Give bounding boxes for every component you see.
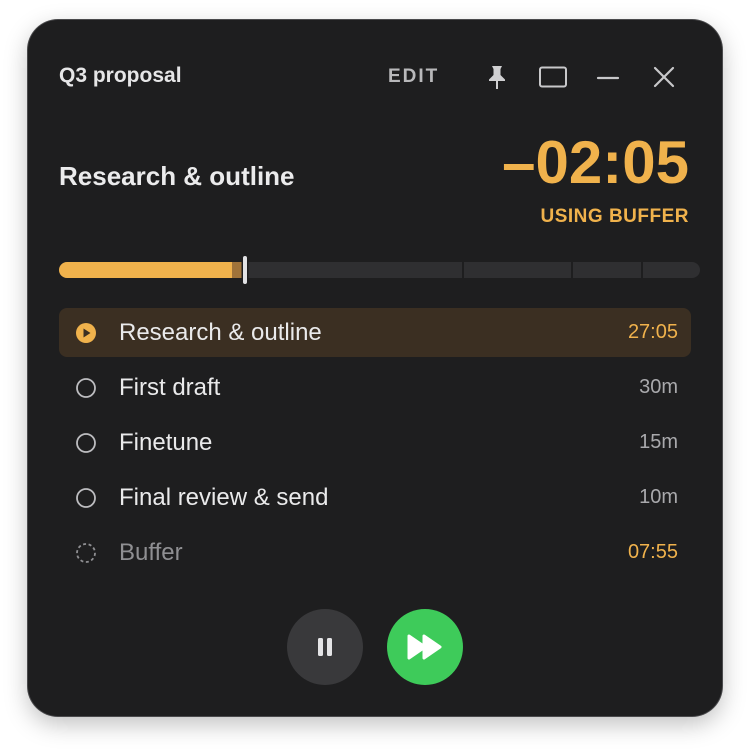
progress-segment-divider [641,262,644,278]
task-row[interactable]: First draft 30m [59,363,691,412]
empty-circle-icon [75,487,97,509]
task-name: First draft [119,374,221,401]
task-name: Final review & send [119,484,329,511]
empty-circle-icon [75,377,97,399]
close-icon[interactable] [647,60,681,94]
task-duration: 27:05 [627,321,678,343]
progress-bar [59,262,700,278]
minimize-icon[interactable] [591,60,625,94]
empty-circle-icon [75,432,97,454]
window-title: Q3 proposal [59,64,182,87]
fast-forward-icon [407,634,442,660]
skip-button[interactable] [387,609,463,685]
task-duration: 30m [639,376,678,398]
task-row[interactable]: Finetune 15m [59,418,691,467]
task-row[interactable]: Final review & send 10m [59,473,691,522]
pause-icon [318,638,332,656]
buffer-status-label: USING BUFFER [540,206,689,227]
task-duration: 10m [639,486,678,508]
task-list: Research & outline 27:05 First draft 30m Fin… [59,308,691,583]
dashed-circle-icon [75,542,97,564]
timer-window: Q3 proposal EDIT Research & outline –02:… [28,20,722,716]
task-duration: 15m [639,431,678,453]
maximize-icon[interactable] [536,60,570,94]
countdown-time: –02:05 [502,129,689,196]
task-name: Buffer [119,539,183,566]
play-circle-icon [75,322,97,344]
edit-button[interactable]: EDIT [388,66,439,88]
task-row[interactable]: Buffer 07:55 [59,528,691,577]
task-name: Finetune [119,429,213,456]
progress-fill [59,262,233,278]
progress-scrubber[interactable] [242,256,247,284]
current-task-title: Research & outline [59,161,295,191]
pause-button[interactable] [287,609,363,685]
task-row[interactable]: Research & outline 27:05 [59,308,691,357]
pin-icon[interactable] [480,60,514,94]
task-name: Research & outline [119,319,322,346]
task-duration: 07:55 [627,541,678,563]
progress-segment-divider [570,262,573,278]
progress-segment-divider [461,262,464,278]
